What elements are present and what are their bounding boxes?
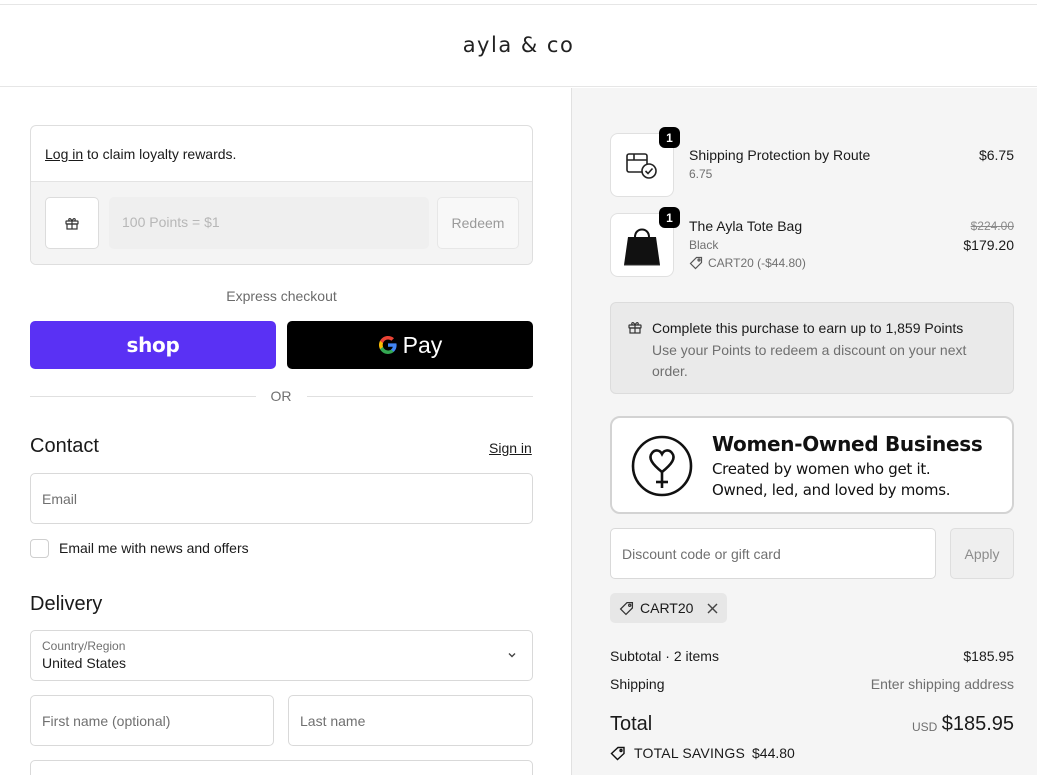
item-price: $6.75	[978, 147, 1014, 163]
item-title: Shipping Protection by Route	[689, 147, 871, 163]
or-divider-text: OR	[270, 388, 292, 404]
rewards-gift-button[interactable]	[45, 197, 99, 249]
women-owned-line1: Created by women who get it.	[712, 460, 931, 478]
earn-points-notice: Complete this purchase to earn up to 1,8…	[610, 302, 1014, 394]
discount-placeholder: Discount code or gift card	[622, 546, 781, 562]
or-divider-right	[307, 396, 533, 397]
loyalty-login-text: to claim loyalty rewards.	[83, 146, 237, 162]
country-label: Country/Region	[42, 639, 126, 653]
country-value: United States	[42, 655, 127, 671]
shop-pay-logo: shop	[126, 333, 180, 357]
applied-discount-code: CART20	[640, 600, 694, 616]
earn-points-title: Complete this purchase to earn up to 1,8…	[652, 320, 964, 336]
close-icon[interactable]	[707, 603, 718, 614]
loyalty-redeem-row: 100 Points = $1 Redeem	[31, 182, 532, 264]
last-name-field[interactable]: Last name	[288, 695, 533, 746]
contact-heading: Contact	[30, 435, 99, 457]
heart-venus-icon	[631, 435, 693, 497]
item-variant: Black	[689, 238, 719, 252]
total-value: $185.95	[941, 713, 1014, 735]
women-owned-title: Women-Owned Business	[712, 432, 983, 456]
item-price: $179.20	[963, 237, 1014, 253]
total-savings-value: $44.80	[752, 745, 795, 761]
gift-icon	[65, 218, 79, 230]
points-redeem-input[interactable]: 100 Points = $1	[109, 197, 429, 249]
delivery-heading: Delivery	[30, 593, 103, 615]
chevron-down-icon	[508, 653, 516, 658]
applied-discount-chip: CART20	[610, 593, 727, 623]
women-owned-line2: Owned, led, and loved by moms.	[712, 481, 951, 499]
subtotal-label: Subtotal · 2 items	[610, 648, 719, 664]
women-owned-banner: Women-Owned Business Created by women wh…	[610, 416, 1014, 514]
redeem-button[interactable]: Redeem	[437, 197, 519, 249]
site-header: ayla & co	[0, 4, 1037, 87]
tag-icon	[619, 601, 634, 615]
google-pay-button[interactable]: Pay	[287, 321, 533, 369]
loyalty-login-link[interactable]: Log in	[45, 146, 83, 162]
shipping-label: Shipping	[610, 676, 665, 692]
express-checkout-label: Express checkout	[226, 288, 337, 304]
total-label: Total	[610, 713, 653, 735]
apply-discount-button[interactable]: Apply	[950, 528, 1014, 579]
country-select[interactable]: Country/Region United States	[30, 630, 533, 681]
sign-in-link[interactable]: Sign in	[489, 440, 532, 456]
item-discount-tag: CART20 (-$44.80)	[689, 256, 806, 270]
email-field[interactable]: Email	[30, 473, 533, 524]
first-name-placeholder: First name (optional)	[42, 713, 171, 729]
shipping-protection-icon	[626, 153, 657, 179]
address-field[interactable]	[30, 760, 533, 775]
total-savings: TOTAL SAVINGS $44.80	[610, 745, 795, 761]
gift-icon	[628, 322, 642, 334]
newsletter-label: Email me with news and offers	[59, 540, 249, 556]
google-pay-label: Pay	[402, 331, 443, 358]
first-name-field[interactable]: First name (optional)	[30, 695, 274, 746]
total-currency: USD	[912, 720, 938, 734]
newsletter-checkbox[interactable]	[30, 539, 49, 558]
subtotal-value: $185.95	[963, 648, 1014, 664]
item-quantity-badge: 1	[659, 207, 680, 228]
last-name-placeholder: Last name	[300, 713, 366, 729]
item-original-price: $224.00	[970, 219, 1014, 233]
shipping-value: Enter shipping address	[870, 676, 1014, 692]
discount-code-input[interactable]: Discount code or gift card	[610, 528, 936, 579]
total-savings-label: TOTAL SAVINGS	[634, 745, 745, 761]
email-placeholder: Email	[42, 491, 78, 507]
item-discount-code: CART20 (-$44.80)	[708, 256, 806, 270]
item-quantity-badge: 1	[659, 127, 680, 148]
shop-pay-button[interactable]: shop	[30, 321, 276, 369]
item-title: The Ayla Tote Bag	[689, 218, 803, 234]
brand-logo[interactable]: ayla & co	[463, 33, 575, 57]
loyalty-login-row: Log in to claim loyalty rewards.	[31, 126, 532, 182]
tag-icon	[689, 256, 703, 270]
loyalty-rewards-box: Log in to claim loyalty rewards. 100 Poi…	[30, 125, 533, 265]
earn-points-subtitle: Use your Points to redeem a discount on …	[652, 342, 967, 379]
tote-bag-image	[624, 228, 660, 266]
item-subtitle: 6.75	[689, 167, 713, 181]
or-divider-left	[30, 396, 256, 397]
tag-icon	[610, 746, 625, 760]
google-g-icon	[378, 336, 397, 354]
